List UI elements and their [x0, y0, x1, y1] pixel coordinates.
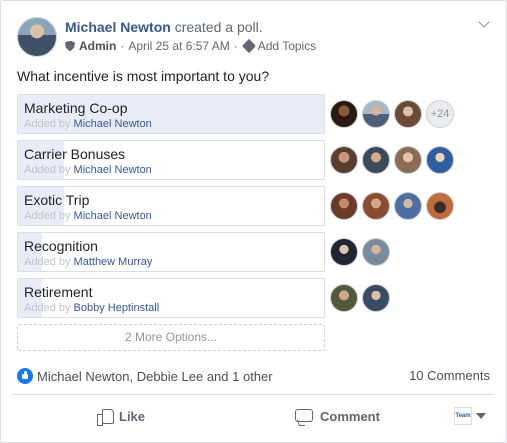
poll-option-label: Carrier Bonuses — [24, 146, 126, 162]
admin-shield-icon — [65, 40, 75, 52]
post-timestamp[interactable]: April 25 at 6:57 AM — [128, 39, 229, 53]
poll-option[interactable]: Marketing Co-op Added by Michael Newton — [17, 94, 325, 134]
poll-option-label: Marketing Co-op — [24, 100, 128, 116]
added-by-link[interactable]: Michael Newton — [74, 210, 152, 222]
like-label: Like — [119, 408, 146, 424]
tag-icon — [241, 38, 256, 54]
added-by-prefix: Added by — [24, 256, 71, 268]
divider — [13, 394, 494, 395]
poll-option[interactable]: Carrier Bonuses Added by Michael Newton — [17, 140, 325, 180]
voter-avatar[interactable] — [330, 284, 358, 312]
reactions-text[interactable]: Michael Newton, Debbie Lee and 1 other — [37, 369, 273, 384]
added-by-link[interactable]: Michael Newton — [74, 118, 152, 130]
meta-separator: · — [120, 39, 125, 53]
voter-avatar[interactable] — [362, 100, 390, 128]
voter-avatar[interactable] — [362, 146, 390, 174]
poll-option-label: Exotic Trip — [24, 192, 90, 208]
added-by-prefix: Added by — [24, 118, 71, 130]
added-by-text: Added by Michael Newton — [24, 164, 152, 176]
voter-avatar[interactable] — [394, 100, 422, 128]
voter-avatar[interactable] — [426, 192, 454, 220]
poll-option[interactable]: Recognition Added by Matthew Murray — [17, 232, 325, 272]
more-voters-badge[interactable]: +24 — [426, 100, 454, 128]
voter-avatars — [330, 284, 394, 314]
post-meta-line: Admin · April 25 at 6:57 AM · Add Topics — [65, 38, 316, 54]
poll-post-card: Michael Newton created a poll. Admin · A… — [0, 0, 507, 443]
chevron-down-icon[interactable] — [478, 17, 490, 29]
voter-avatar[interactable] — [330, 192, 358, 220]
like-reaction-icon — [17, 368, 33, 384]
voter-avatars: +24 — [330, 100, 458, 130]
added-by-text: Added by Matthew Murray — [24, 256, 152, 268]
voter-avatars — [330, 146, 458, 176]
added-by-link[interactable]: Matthew Murray — [74, 256, 153, 268]
voter-avatar[interactable] — [330, 100, 358, 128]
post-action-text: created a poll. — [174, 19, 263, 35]
author-name-link[interactable]: Michael Newton — [65, 19, 171, 35]
thumbs-up-icon — [97, 408, 114, 426]
caret-down-icon — [476, 413, 486, 419]
author-avatar[interactable] — [17, 17, 57, 57]
voter-avatar[interactable] — [330, 146, 358, 174]
voter-avatar[interactable] — [362, 192, 390, 220]
comment-button[interactable]: Comment — [295, 399, 380, 433]
poll-option-label: Retirement — [24, 284, 93, 300]
voter-avatar[interactable] — [362, 238, 390, 266]
reactions-summary[interactable]: Michael Newton, Debbie Lee and 1 other — [17, 368, 273, 384]
added-by-prefix: Added by — [24, 302, 71, 314]
profile-switcher-dropdown[interactable]: Team — [454, 407, 486, 425]
add-topics-link[interactable]: Add Topics — [258, 39, 316, 53]
added-by-prefix: Added by — [24, 210, 71, 222]
like-button[interactable]: Like — [97, 399, 145, 433]
voter-avatar[interactable] — [394, 146, 422, 174]
poll-question: What incentive is most important to you? — [17, 68, 270, 84]
added-by-link[interactable]: Bobby Heptinstall — [74, 302, 160, 314]
added-by-text: Added by Bobby Heptinstall — [24, 302, 159, 314]
voter-avatar[interactable] — [362, 284, 390, 312]
page-avatar-icon: Team — [454, 407, 472, 425]
voter-avatar[interactable] — [394, 192, 422, 220]
added-by-prefix: Added by — [24, 164, 71, 176]
post-title-line: Michael Newton created a poll. — [65, 19, 263, 35]
comment-bubble-icon — [295, 408, 313, 424]
voter-avatar[interactable] — [330, 238, 358, 266]
meta-separator: · — [233, 39, 238, 53]
poll-option[interactable]: Retirement Added by Bobby Heptinstall — [17, 278, 325, 318]
added-by-text: Added by Michael Newton — [24, 118, 152, 130]
poll-option[interactable]: Exotic Trip Added by Michael Newton — [17, 186, 325, 226]
voter-avatars — [330, 238, 394, 268]
post-actions-bar: Like Comment Team — [13, 399, 494, 433]
added-by-text: Added by Michael Newton — [24, 210, 152, 222]
voter-avatars — [330, 192, 458, 222]
comments-count-link[interactable]: 10 Comments — [409, 368, 490, 383]
more-options-button[interactable]: 2 More Options... — [17, 324, 325, 351]
admin-badge: Admin — [79, 39, 117, 53]
voter-avatar[interactable] — [426, 146, 454, 174]
poll-option-label: Recognition — [24, 238, 98, 254]
post-header: Michael Newton created a poll. Admin · A… — [17, 17, 490, 57]
added-by-link[interactable]: Michael Newton — [74, 164, 152, 176]
comment-label: Comment — [320, 408, 380, 424]
